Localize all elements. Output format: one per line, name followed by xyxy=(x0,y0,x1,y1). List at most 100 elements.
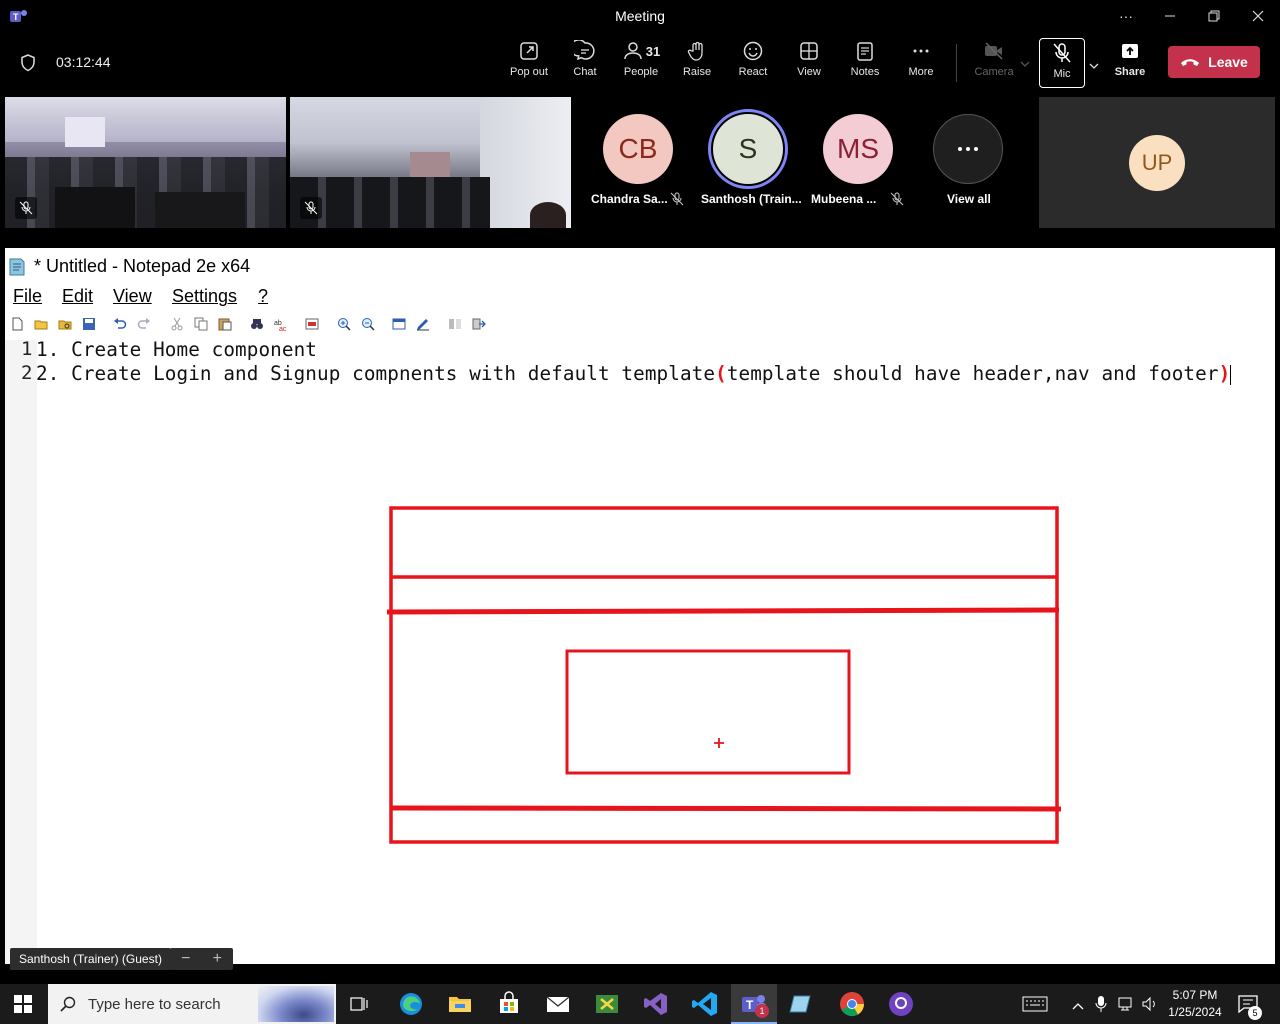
start-button[interactable] xyxy=(14,995,32,1013)
leave-button[interactable]: Leave xyxy=(1168,46,1260,78)
notes-icon xyxy=(857,42,873,61)
popout-button[interactable]: Pop out xyxy=(501,40,557,86)
sketch-nav-divider xyxy=(386,607,1060,615)
zoom-in-button[interactable]: + xyxy=(213,950,222,968)
smile-icon xyxy=(743,41,763,61)
svg-text:T: T xyxy=(746,998,754,1012)
people-label: People xyxy=(623,66,659,78)
mic-off-icon xyxy=(1053,43,1071,63)
meeting-toolbar: 03:12:44 Pop out Chat 31 People Raise Re… xyxy=(0,32,1280,94)
template-sketch-drawing xyxy=(386,506,1062,844)
windows-taskbar: Type here to search T 1 5:07 PM 1/25/202… xyxy=(0,984,1280,1024)
toolbar-divider xyxy=(956,44,957,82)
show-hidden-icons-icon[interactable] xyxy=(1071,998,1085,1016)
self-video-tile[interactable]: UP xyxy=(1039,97,1275,228)
avatar-participant-1[interactable]: CB xyxy=(603,114,673,184)
raise-label: Raise xyxy=(682,66,712,78)
muted-mic-icon xyxy=(890,192,904,211)
window-titlebar: T Meeting ··· xyxy=(0,0,1280,32)
avatar-participant-2[interactable]: S xyxy=(713,114,783,184)
people-button[interactable]: 31 People xyxy=(613,40,669,86)
notes-label: Notes xyxy=(850,66,880,78)
share-icon xyxy=(1122,44,1138,58)
share-button[interactable]: Share xyxy=(1102,40,1158,86)
window-title: Meeting xyxy=(615,8,665,24)
camera-button[interactable]: Camera xyxy=(966,40,1022,86)
sketch-outer-frame xyxy=(389,506,1059,844)
more-options-icon[interactable]: ··· xyxy=(1106,4,1146,28)
microphone-tray-icon[interactable] xyxy=(1095,995,1107,1018)
meeting-timer: 03:12:44 xyxy=(56,54,111,70)
mail-icon[interactable] xyxy=(544,990,572,1018)
muted-mic-icon xyxy=(670,192,684,211)
notepad-taskbar-icon[interactable] xyxy=(788,990,816,1018)
microsoft-store-icon[interactable] xyxy=(495,990,523,1018)
chat-label: Chat xyxy=(573,66,597,78)
keyboard-layout-icon[interactable] xyxy=(1022,996,1048,1017)
more-button[interactable]: More xyxy=(893,40,949,86)
hang-up-icon xyxy=(1181,59,1200,66)
zoom-controls: − + xyxy=(170,948,233,970)
vs-code-icon[interactable] xyxy=(691,990,719,1018)
react-label: React xyxy=(738,66,768,78)
snip-tool-icon[interactable] xyxy=(593,990,621,1018)
sketch-footer-divider xyxy=(390,805,1062,812)
video-tile-room-2[interactable] xyxy=(290,97,571,228)
sketch-content-box xyxy=(565,649,851,775)
network-icon[interactable] xyxy=(1117,996,1137,1017)
zoom-out-button[interactable]: − xyxy=(181,950,190,968)
raise-hand-button[interactable]: Raise xyxy=(669,40,725,86)
task-view-icon[interactable] xyxy=(350,996,368,1017)
muted-mic-icon xyxy=(15,197,37,219)
view-button[interactable]: View xyxy=(781,40,837,86)
presenter-label: Santhosh (Trainer) (Guest) xyxy=(10,948,171,970)
teams-notification-badge: 1 xyxy=(755,1004,769,1018)
mic-chevron-down-icon[interactable] xyxy=(1088,58,1100,76)
search-icon xyxy=(60,996,76,1012)
mic-button[interactable]: Mic xyxy=(1039,38,1085,88)
react-button[interactable]: React xyxy=(725,40,781,86)
self-avatar: UP xyxy=(1129,135,1185,191)
visual-studio-icon[interactable] xyxy=(642,990,670,1018)
chat-button[interactable]: Chat xyxy=(557,40,613,86)
muted-mic-icon xyxy=(300,197,322,219)
taskbar-search-box[interactable]: Type here to search xyxy=(48,984,336,1024)
close-button[interactable] xyxy=(1238,4,1278,28)
raise-hand-icon xyxy=(687,41,703,61)
participant-name-1: Chandra Sa... xyxy=(591,192,668,206)
view-all-button[interactable] xyxy=(933,114,1003,184)
cursor-crosshair-icon xyxy=(714,738,724,748)
share-label: Share xyxy=(1114,66,1146,78)
people-count: 31 xyxy=(645,43,661,59)
minimize-button[interactable] xyxy=(1150,4,1190,28)
search-placeholder: Type here to search xyxy=(88,996,221,1013)
more-icon xyxy=(913,49,929,53)
chrome-icon[interactable] xyxy=(838,990,866,1018)
clock-time[interactable]: 5:07 PM xyxy=(1160,988,1230,1002)
notification-badge: 5 xyxy=(1248,1006,1262,1020)
grid-view-icon xyxy=(800,42,818,60)
popout-icon xyxy=(520,42,538,60)
camera-chevron-down-icon[interactable] xyxy=(1019,56,1031,74)
popout-label: Pop out xyxy=(510,66,548,78)
people-icon xyxy=(624,42,642,60)
restore-button[interactable] xyxy=(1194,4,1234,28)
search-highlight-art xyxy=(258,986,334,1022)
camera-off-icon xyxy=(985,42,1003,60)
avatar-participant-3[interactable]: MS xyxy=(823,114,893,184)
notepad-window: * Untitled - Notepad 2e x64 File Edit Vi… xyxy=(5,248,1275,970)
edge-browser-icon[interactable] xyxy=(397,990,425,1018)
teams-taskbar-button[interactable]: T 1 xyxy=(731,984,777,1024)
notes-button[interactable]: Notes xyxy=(837,40,893,86)
video-tile-room-1[interactable] xyxy=(5,97,286,228)
camera-label: Camera xyxy=(974,66,1014,78)
clock-date[interactable]: 1/25/2024 xyxy=(1160,1005,1230,1019)
volume-icon[interactable] xyxy=(1141,996,1159,1017)
github-desktop-icon[interactable] xyxy=(887,990,915,1018)
view-all-label: View all xyxy=(947,192,991,206)
file-explorer-icon[interactable] xyxy=(446,990,474,1018)
participant-name-3: Mubeena ... xyxy=(811,192,877,206)
leave-label: Leave xyxy=(1208,54,1248,70)
view-label: View xyxy=(797,66,821,78)
windows-logo-icon xyxy=(14,995,32,1013)
